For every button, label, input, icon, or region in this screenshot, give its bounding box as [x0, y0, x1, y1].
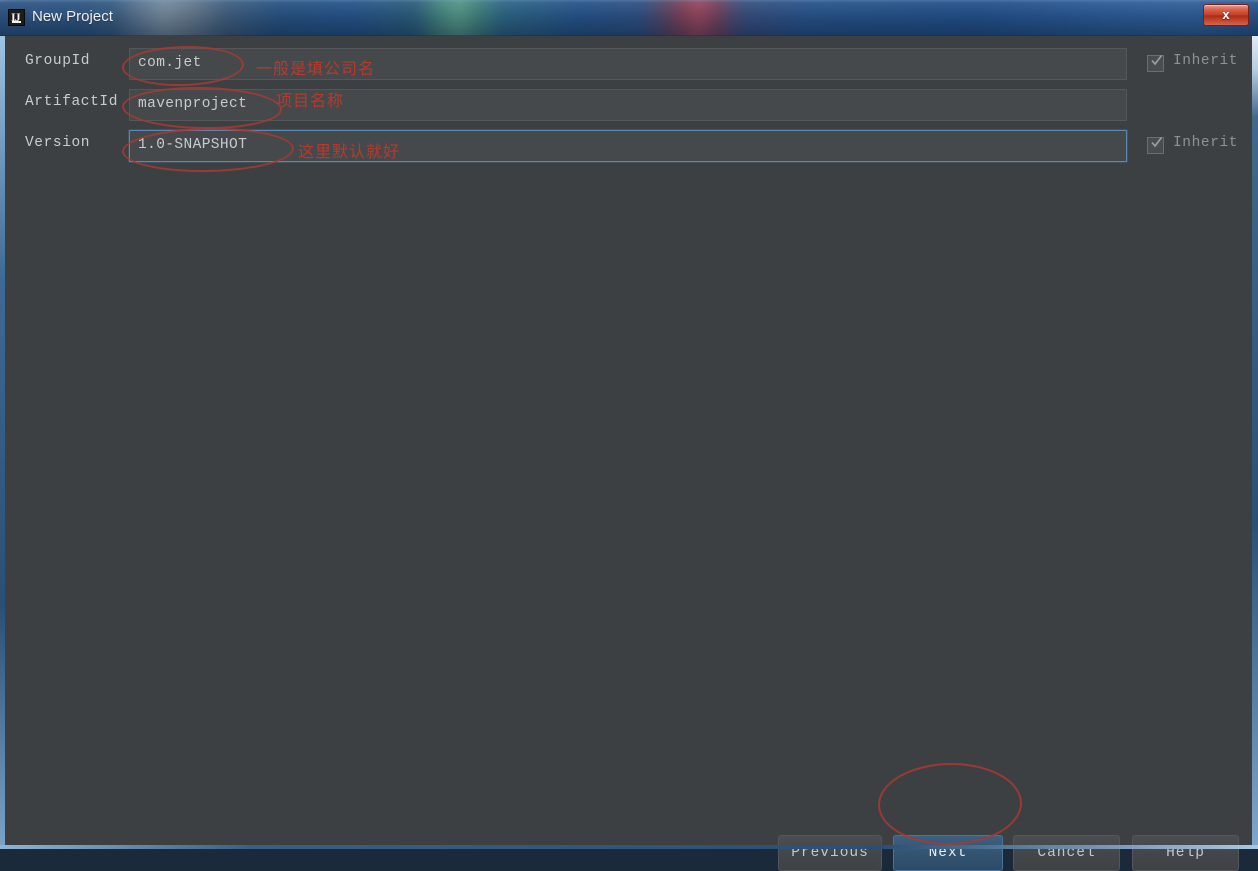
window-bottom-border — [0, 845, 1258, 849]
checkmark-icon — [1151, 54, 1163, 66]
previous-button[interactable]: Previous — [778, 835, 882, 871]
annotation-text-groupid: 一般是填公司名 — [256, 61, 376, 78]
groupid-label: GroupId — [25, 53, 91, 69]
cancel-button[interactable]: Cancel — [1013, 835, 1120, 871]
artifactid-label: ArtifactId — [25, 94, 119, 110]
version-inherit-label: Inherit — [1173, 135, 1239, 151]
groupid-inherit-label: Inherit — [1173, 53, 1239, 69]
close-icon[interactable]: x — [1203, 4, 1249, 26]
titlebar-highlight — [0, 0, 1258, 3]
groupid-inherit-checkbox[interactable] — [1147, 54, 1164, 72]
checkmark-icon — [1151, 136, 1163, 148]
version-input[interactable]: 1.0-SNAPSHOT — [129, 130, 1127, 162]
help-button[interactable]: Help — [1132, 835, 1239, 871]
version-label: Version — [25, 135, 91, 151]
next-button[interactable]: Next — [893, 835, 1003, 871]
version-inherit-checkbox[interactable] — [1147, 136, 1164, 154]
groupid-value: com.jet — [138, 55, 202, 71]
form-row-groupid: GroupId com.jet Inherit — [5, 48, 1258, 80]
form-row-version: Version 1.0-SNAPSHOT Inherit — [5, 130, 1258, 162]
annotation-text-version: 这里默认就好 — [298, 144, 401, 161]
new-project-dialog-window: IJ New Project x GroupId com.jet Inherit — [0, 0, 1258, 871]
window-right-border — [1252, 36, 1258, 849]
close-glyph: x — [1222, 7, 1230, 22]
form-row-artifactid: ArtifactId mavenproject — [5, 89, 1258, 121]
dialog-button-bar: Previous Next Cancel Help — [5, 796, 1258, 871]
window-title: New Project — [32, 8, 113, 25]
version-value: 1.0-SNAPSHOT — [138, 137, 248, 153]
intellij-idea-icon: IJ — [8, 9, 25, 26]
annotation-text-artifactid: 项目名称 — [276, 93, 345, 110]
dialog-body: GroupId com.jet Inherit ArtifactId maven… — [0, 36, 1258, 871]
window-titlebar — [0, 0, 1258, 36]
artifactid-value: mavenproject — [138, 96, 248, 112]
